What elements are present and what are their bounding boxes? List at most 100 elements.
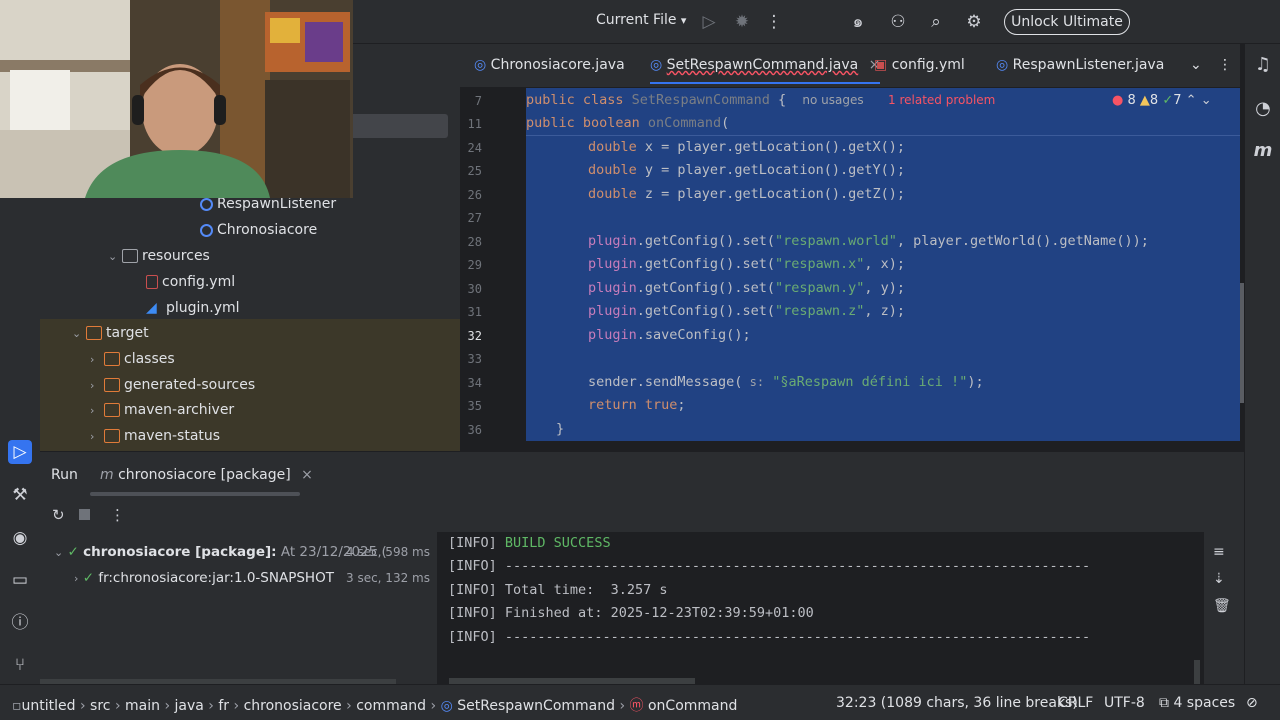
- code-line-11: public boolean onCommand(: [526, 115, 730, 131]
- tab-config-yml[interactable]: ▣ config.yml: [874, 57, 965, 73]
- tab-chronosiacore[interactable]: ◎ Chronosiacore.java: [474, 57, 625, 73]
- breadcrumb-item[interactable]: fr: [218, 698, 229, 714]
- search-icon[interactable]: ⌕: [924, 10, 948, 34]
- line-separator[interactable]: CRLF: [1058, 695, 1093, 711]
- problems-icon[interactable]: ⓘ: [8, 611, 32, 635]
- close-icon[interactable]: ×: [301, 467, 313, 483]
- plugin-icon: ◢: [146, 300, 157, 316]
- breadcrumb-project[interactable]: untitled: [22, 698, 76, 714]
- run-config-selector[interactable]: Current File ▾: [596, 12, 686, 28]
- more-icon[interactable]: ⋮: [110, 506, 125, 524]
- line-number: 24: [467, 141, 482, 155]
- line-number: 35: [467, 399, 482, 413]
- maven-icon: m: [100, 467, 114, 483]
- class-icon: [200, 197, 213, 211]
- inspection-widget[interactable]: ● 8 ▲8 ✓7 ⌃ ⌄: [1112, 93, 1212, 108]
- indent-setting[interactable]: ⧉ 4 spaces: [1159, 695, 1235, 711]
- related-problem-hint[interactable]: 1 related problem: [888, 93, 995, 107]
- line-number: 34: [467, 376, 482, 390]
- folder-icon: [104, 352, 120, 366]
- terminal-icon[interactable]: ▭: [8, 568, 32, 592]
- code-line-32: plugin.saveConfig();: [588, 327, 751, 343]
- services-icon[interactable]: ◉: [8, 526, 32, 550]
- lock-icon[interactable]: ⊘: [1246, 695, 1258, 711]
- line-number-gutter: 7 11 24 25 26 27 28 29 30 31 32 33 34 35…: [460, 88, 526, 451]
- tree-item-classes[interactable]: › classes: [90, 346, 175, 372]
- folder-icon: [104, 429, 120, 443]
- run-tree-root[interactable]: ⌄ ✓ chronosiacore [package]: At 23/12/20…: [54, 544, 387, 560]
- breadcrumb-class[interactable]: SetRespawnCommand: [457, 698, 615, 714]
- tree-item-resources[interactable]: ⌄ resources: [108, 243, 210, 269]
- chevron-right-icon: ›: [90, 353, 95, 366]
- tree-item-maven-status[interactable]: › maven-status: [90, 423, 220, 449]
- run-config-tab[interactable]: m chronosiacore [package] ×: [100, 467, 313, 483]
- console-line: [INFO] Finished at: 2025-12-23T02:39:59+…: [448, 605, 814, 621]
- tab-scrollbar[interactable]: [90, 492, 300, 496]
- success-check-icon: ✓: [67, 544, 79, 560]
- tree-item-generated-sources[interactable]: › generated-sources: [90, 372, 255, 398]
- trash-icon[interactable]: 🗑: [1213, 598, 1231, 614]
- breadcrumb-item[interactable]: java: [175, 698, 204, 714]
- line-number: 28: [467, 235, 482, 249]
- breadcrumb-item[interactable]: main: [125, 698, 160, 714]
- code-line-28: plugin.getConfig().set("respawn.world", …: [588, 233, 1149, 249]
- soft-wrap-icon[interactable]: ≡: [1213, 544, 1225, 560]
- unlock-ultimate-button[interactable]: Unlock Ultimate: [1004, 9, 1130, 35]
- tab-setrespawncommand[interactable]: ◎ SetRespawnCommand.java ×: [650, 57, 881, 84]
- tree-item-target[interactable]: ⌄ target: [72, 320, 149, 346]
- add-user-icon[interactable]: ⚇: [886, 10, 910, 34]
- tree-item-plugin-yml[interactable]: ◢ plugin.yml: [146, 295, 240, 321]
- code-editor[interactable]: public class SetRespawnCommand { no usag…: [526, 88, 1240, 451]
- editor-tabs: ◎ Chronosiacore.java ◎ SetRespawnCommand…: [460, 44, 1240, 88]
- breadcrumb-item[interactable]: command: [356, 698, 426, 714]
- chevron-up-icon[interactable]: ⌃: [1186, 93, 1197, 108]
- parameter-hint: s:: [742, 375, 765, 389]
- folder-icon: [122, 249, 138, 263]
- usages-hint[interactable]: no usages: [802, 93, 863, 107]
- tree-item-chronosiacore[interactable]: Chronosiacore: [200, 217, 317, 243]
- run-tree-child[interactable]: › ✓ fr:chronosiacore:jar:1.0-SNAPSHOT: [74, 570, 334, 586]
- folder-icon: [86, 326, 102, 340]
- tree-item-maven-archiver[interactable]: › maven-archiver: [90, 397, 234, 423]
- ai-chat-icon[interactable]: ◔: [1251, 98, 1275, 122]
- maven-icon[interactable]: m: [1251, 140, 1275, 164]
- run-tree-root-time: 4 sec, 598 ms: [346, 545, 430, 559]
- chevron-down-icon: ⌄: [108, 250, 118, 263]
- tabs-dropdown-icon[interactable]: ⌄: [1190, 57, 1202, 73]
- breadcrumb-item[interactable]: chronosiacore: [244, 698, 342, 714]
- git-icon[interactable]: ⑂: [8, 653, 32, 677]
- code-line-25: double y = player.getLocation().getY();: [588, 162, 905, 178]
- yaml-icon: ▣: [874, 57, 888, 73]
- caret-position[interactable]: 32:23 (1089 chars, 36 line breaks): [836, 695, 1078, 711]
- run-icon[interactable]: ▷: [697, 10, 721, 34]
- tree-item-config-yml[interactable]: config.yml: [146, 269, 235, 295]
- rerun-icon[interactable]: ↻: [52, 506, 65, 524]
- run-console[interactable]: [INFO] BUILD SUCCESS [INFO] ------------…: [437, 532, 1204, 684]
- chevron-down-icon[interactable]: ⌄: [1201, 93, 1212, 108]
- debug-icon[interactable]: ✹: [730, 10, 754, 34]
- breadcrumb-item[interactable]: src: [90, 698, 110, 714]
- console-vscrollbar[interactable]: [1194, 660, 1200, 684]
- run-panel-title: Run: [51, 467, 78, 483]
- run-tool-icon[interactable]: ▷: [8, 440, 32, 464]
- more-icon[interactable]: ⋮: [1218, 57, 1232, 73]
- chevron-down-icon: ▾: [680, 14, 687, 27]
- chevron-down-icon: ⌄: [72, 327, 82, 340]
- gear-icon[interactable]: ⚙: [962, 10, 986, 34]
- notifications-icon[interactable]: ♫: [1251, 54, 1275, 78]
- tab-respawnlistener[interactable]: ◎ RespawnListener.java: [996, 57, 1164, 73]
- file-encoding[interactable]: UTF-8: [1104, 695, 1145, 711]
- chevron-right-icon: ›: [90, 404, 95, 417]
- code-line-35: return true;: [588, 397, 686, 413]
- status-bar: ▫untitled › src › main › java › fr › chr…: [0, 684, 1280, 720]
- yaml-icon: [146, 275, 158, 289]
- code-line-24: double x = player.getLocation().getX();: [588, 139, 905, 155]
- code-line-29: plugin.getConfig().set("respawn.x", x);: [588, 256, 905, 272]
- ai-assistant-icon[interactable]: ๑: [846, 10, 870, 34]
- breadcrumb-method[interactable]: onCommand: [648, 698, 737, 714]
- stop-icon[interactable]: [79, 509, 90, 520]
- line-number: 11: [467, 117, 482, 131]
- more-icon[interactable]: ⋮: [762, 10, 786, 34]
- build-icon[interactable]: ⚒: [8, 483, 32, 507]
- scroll-to-end-icon[interactable]: ⇣: [1213, 571, 1225, 587]
